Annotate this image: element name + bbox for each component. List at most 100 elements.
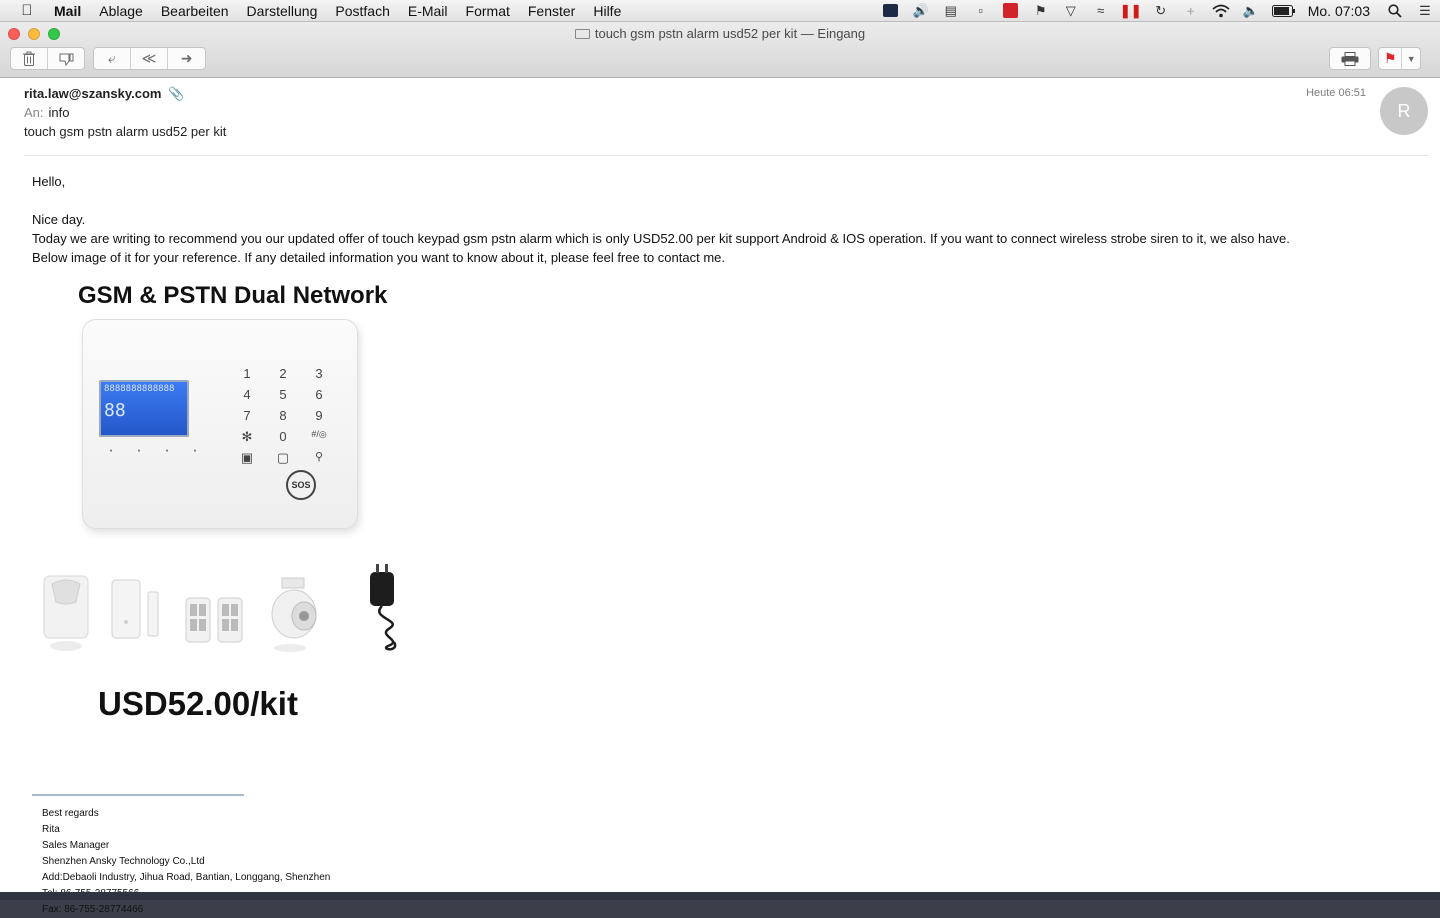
- signature-block: Best regards Rita Sales Manager Shenzhen…: [42, 806, 330, 918]
- signature-line: Rita: [42, 822, 330, 838]
- reply-all-button[interactable]: ≪: [131, 48, 169, 69]
- menu-fenster[interactable]: Fenster: [519, 3, 584, 19]
- junk-button[interactable]: [48, 48, 85, 69]
- menu-bearbeiten[interactable]: Bearbeiten: [152, 3, 238, 19]
- lock-icon: ▣: [229, 450, 265, 467]
- menu-app-mail[interactable]: Mail: [54, 3, 90, 19]
- forward-icon: ➜: [181, 50, 193, 67]
- apple-menu-icon[interactable]: : [0, 2, 54, 19]
- cast-icon[interactable]: ≈: [1086, 0, 1116, 22]
- screen-icon[interactable]: ▤: [936, 0, 966, 22]
- unlock-icon: ▢: [265, 450, 301, 467]
- dropbox-icon[interactable]: [876, 0, 906, 22]
- attachment-icon: 📎: [168, 86, 184, 102]
- desktop-bottom-strip: [0, 892, 1440, 900]
- key: 5: [265, 387, 301, 404]
- delete-button[interactable]: [11, 48, 48, 69]
- print-group: [1329, 47, 1371, 70]
- key: 8: [265, 408, 301, 425]
- sender-address[interactable]: rita.law@szansky.com: [24, 86, 161, 101]
- lcd-big-digits: 88: [104, 400, 184, 421]
- print-button[interactable]: [1330, 48, 1370, 69]
- bluetooth-icon[interactable]: ᚐ: [1176, 0, 1206, 22]
- volume-icon[interactable]: 🔈: [1236, 0, 1266, 22]
- key: #/◎: [301, 429, 337, 446]
- menu-hilfe[interactable]: Hilfe: [584, 3, 630, 19]
- message-body: Hello, Nice day. Today we are writing to…: [32, 172, 1412, 267]
- red-flag-icon: ⚑: [1384, 50, 1397, 67]
- key: 4: [229, 387, 265, 404]
- menu-darstellung[interactable]: Darstellung: [238, 3, 327, 19]
- product-image: GSM & PSTN Dual Network 8888888888888 88…: [30, 277, 430, 707]
- key: ✻: [229, 429, 265, 446]
- alarm-panel-image: 8888888888888 88 1 2 3 4 5 6 7 8 9 ✻ 0 #…: [82, 319, 358, 529]
- chevron-down-icon: ▼: [1407, 54, 1416, 64]
- delete-junk-group: [10, 47, 85, 70]
- product-image-title: GSM & PSTN Dual Network: [78, 282, 387, 310]
- mail-window: touch gsm pstn alarm usd52 per kit — Ein…: [0, 22, 1440, 892]
- forward-button[interactable]: ➜: [168, 48, 205, 69]
- signature-line: Shenzhen Ansky Technology Co.,Ltd: [42, 854, 330, 870]
- signature-line: Best regards: [42, 806, 330, 822]
- pir-sensor-image: [38, 562, 94, 659]
- reply-all-icon: ≪: [142, 50, 157, 67]
- pause-icon[interactable]: ❚❚: [1116, 0, 1146, 22]
- flag-icon[interactable]: ⚑: [1026, 0, 1056, 22]
- list-icon[interactable]: ☰: [1410, 0, 1440, 22]
- recipient-name[interactable]: info: [49, 105, 70, 120]
- led-indicator: ●: [187, 448, 203, 454]
- flag-button[interactable]: ⚑: [1379, 48, 1402, 69]
- menu-ablage[interactable]: Ablage: [90, 3, 152, 19]
- remote-controls-image: [180, 562, 250, 659]
- flag-menu-button[interactable]: ▼: [1402, 48, 1420, 69]
- body-line-3: Below image of it for your reference. If…: [32, 248, 1412, 267]
- accessories-row: [38, 562, 420, 659]
- reply-group: ⤶ ≪ ➜: [93, 47, 206, 70]
- menu-email[interactable]: E-Mail: [399, 3, 457, 19]
- search-icon[interactable]: [1380, 0, 1410, 22]
- clipboard-icon[interactable]: ▫: [966, 0, 996, 22]
- key: 1: [229, 366, 265, 383]
- envelope-icon: [575, 29, 590, 39]
- key: 2: [265, 366, 301, 383]
- menu-bar:  Mail Ablage Bearbeiten Darstellung Pos…: [0, 0, 1440, 22]
- window-title: touch gsm pstn alarm usd52 per kit — Ein…: [0, 26, 1440, 41]
- alarm-lcd-display: 8888888888888 88: [99, 380, 189, 437]
- printer-icon: [1341, 52, 1359, 66]
- toolbar: ⤶ ≪ ➜ ⚑ ▼: [0, 47, 1440, 71]
- signature-line: Add:Debaoli Industry, Jihua Road, Bantia…: [42, 870, 330, 886]
- message-header: rita.law@szansky.com 📎 An:info touch gsm…: [24, 79, 1428, 156]
- power-adapter-image: [350, 562, 420, 659]
- reply-icon: ⤶: [108, 50, 116, 67]
- alarm-status-leds: ● ● ● ●: [103, 448, 203, 454]
- battery-icon[interactable]: [1266, 0, 1302, 22]
- acrobat-icon[interactable]: [996, 0, 1026, 22]
- zoom-icon: ⚲: [301, 450, 337, 467]
- speaker-icon[interactable]: 🔊: [906, 0, 936, 22]
- reply-button[interactable]: ⤶: [94, 48, 131, 69]
- body-line-2: Today we are writing to recommend you ou…: [32, 229, 1412, 248]
- key: 0: [265, 429, 301, 446]
- signature-line: Sales Manager: [42, 838, 330, 854]
- led-indicator: ●: [131, 448, 147, 454]
- led-indicator: ●: [103, 448, 119, 454]
- wifi-icon[interactable]: [1206, 0, 1236, 22]
- body-greeting: Hello,: [32, 172, 1412, 191]
- vpn-icon[interactable]: ▽: [1056, 0, 1086, 22]
- key: 9: [301, 408, 337, 425]
- led-indicator: ●: [159, 448, 175, 454]
- recipient-row: An: info: [24, 105, 69, 120]
- message-date: Heute 06:51: [1306, 87, 1366, 99]
- body-line-1: Nice day.: [32, 210, 1412, 229]
- menu-postfach[interactable]: Postfach: [326, 3, 398, 19]
- key: 6: [301, 387, 337, 404]
- time-machine-icon[interactable]: ↻: [1146, 0, 1176, 22]
- menubar-clock[interactable]: Mo. 07:03: [1302, 3, 1380, 19]
- menu-format[interactable]: Format: [457, 3, 519, 19]
- flag-group: ⚑ ▼: [1378, 47, 1421, 70]
- sos-button-image: SOS: [286, 470, 316, 500]
- alarm-keypad: 1 2 3 4 5 6 7 8 9 ✻ 0 #/◎ ▣ ▢ ⚲: [229, 366, 337, 467]
- sender-avatar: R: [1380, 87, 1428, 135]
- to-label: An:: [24, 105, 44, 120]
- thumbs-down-icon: [58, 52, 74, 66]
